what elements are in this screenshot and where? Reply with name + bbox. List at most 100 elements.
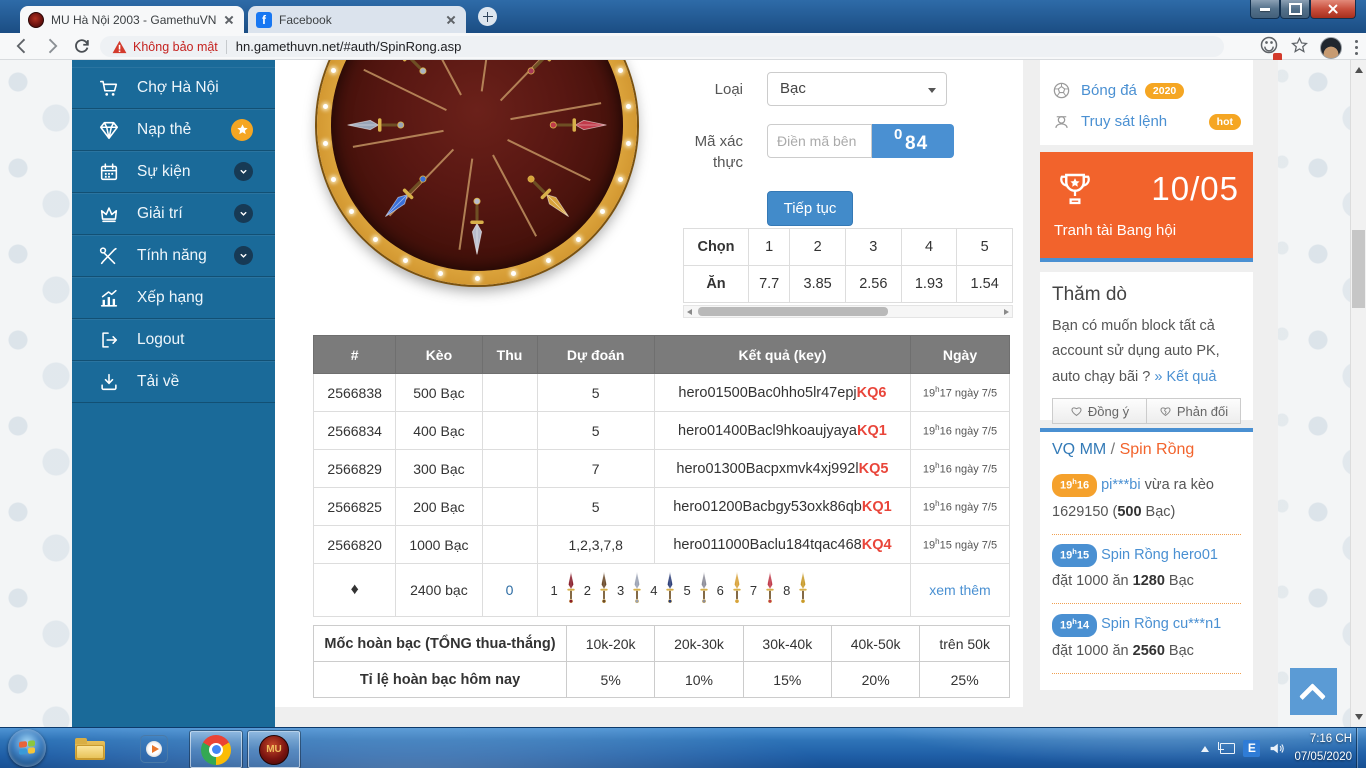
- maximize-button[interactable]: [1280, 0, 1310, 19]
- sidebar-item-tai-ve[interactable]: Tải về: [72, 361, 275, 403]
- disagree-button[interactable]: Phản đối: [1147, 398, 1241, 424]
- odds-cell[interactable]: 5: [957, 229, 1013, 266]
- browser-tab-mu[interactable]: MU Hà Nội 2003 - GamethuVN.n: [20, 6, 244, 33]
- sidebar-item-cho-ha-noi[interactable]: Chợ Hà Nội: [72, 67, 275, 109]
- captcha-input[interactable]: [767, 124, 872, 158]
- extension-icon[interactable]: [1259, 35, 1279, 60]
- odds-cell[interactable]: 3: [845, 229, 901, 266]
- back-icon[interactable]: [12, 36, 32, 56]
- scroll-right-icon[interactable]: [1004, 309, 1009, 315]
- show-desktop-button[interactable]: [1356, 728, 1366, 768]
- facebook-favicon-icon: f: [256, 12, 272, 28]
- type-select[interactable]: Bạc: [767, 72, 947, 106]
- sidebar-item-nap-the[interactable]: Nạp thẻ: [72, 109, 275, 151]
- chevron-down-icon: [928, 88, 936, 93]
- sidebar-item-logout[interactable]: Logout: [72, 319, 275, 361]
- network-icon[interactable]: [1218, 742, 1234, 755]
- odds-cell[interactable]: 3.85: [790, 266, 846, 303]
- red-staff-icon: [540, 114, 607, 136]
- volume-icon[interactable]: [1269, 741, 1285, 756]
- sidebar-item-label: Nạp thẻ: [137, 121, 231, 139]
- cell-total-keo: 2400 bạc: [396, 564, 482, 617]
- odds-cell[interactable]: 2.56: [845, 266, 901, 303]
- time-badge: 19h15: [1052, 544, 1097, 567]
- feed-tab-vqmm[interactable]: VQ MM: [1052, 441, 1106, 458]
- link-row-bongda[interactable]: Bóng đá 2020: [1052, 75, 1241, 106]
- refund-cell: 10%: [655, 662, 743, 698]
- scrollbar-thumb[interactable]: [1352, 230, 1365, 308]
- badge-hot: hot: [1209, 114, 1241, 130]
- scroll-down-icon[interactable]: [1355, 714, 1363, 720]
- spin-wheel[interactable]: [317, 60, 637, 285]
- refund-cell: 15%: [743, 662, 831, 698]
- odds-cell[interactable]: 2: [790, 229, 846, 266]
- forward-icon[interactable]: [42, 36, 62, 56]
- player-icon: [1052, 112, 1071, 131]
- odds-cell[interactable]: 7.7: [749, 266, 790, 303]
- odds-cell[interactable]: 1.93: [901, 266, 957, 303]
- bookmark-star-icon[interactable]: [1290, 36, 1309, 60]
- sidebar-item-su-kien[interactable]: Sự kiện: [72, 151, 275, 193]
- close-button[interactable]: [1310, 0, 1356, 19]
- link-truysatlenh[interactable]: Truy sát lệnh: [1081, 113, 1167, 130]
- wheel-light-dot: [438, 271, 443, 276]
- start-button[interactable]: [8, 729, 46, 767]
- crown-icon: [98, 203, 120, 225]
- minimize-button[interactable]: [1250, 0, 1280, 19]
- sidebar-item-label: Sự kiện: [137, 163, 234, 181]
- poll-result-link[interactable]: » Kết quả: [1154, 369, 1216, 385]
- scrollbar-thumb[interactable]: [698, 307, 888, 316]
- prize-weapon-icon: [664, 572, 676, 609]
- browser-menu-icon[interactable]: [1353, 38, 1361, 58]
- media-player-icon[interactable]: [134, 732, 174, 765]
- cart-icon: [98, 77, 120, 99]
- feed-user-link[interactable]: Spin Rồng hero01: [1101, 547, 1218, 563]
- wheel-light-dot: [511, 271, 516, 276]
- chevron-down-icon: [234, 162, 253, 181]
- sidebar-item-giai-tri[interactable]: Giải trí: [72, 193, 275, 235]
- explorer-icon[interactable]: [70, 732, 110, 765]
- odds-cell[interactable]: 1: [749, 229, 790, 266]
- sidebar-item-tinh-nang[interactable]: Tính năng: [72, 235, 275, 277]
- browser-scrollbar[interactable]: [1350, 60, 1366, 727]
- taskbar-clock[interactable]: 7:16 CH 07/05/2020: [1294, 731, 1352, 766]
- cell-date: 19h17 ngày 7/5: [910, 374, 1009, 412]
- refund-cell: 25%: [920, 662, 1010, 698]
- link-row-truysat[interactable]: Truy sát lệnh hot: [1052, 106, 1241, 137]
- chrome-taskbar-button[interactable]: [190, 731, 242, 768]
- feed-user-link[interactable]: Spin Rồng cu***n1: [1101, 616, 1221, 632]
- tray-expand-icon[interactable]: [1201, 746, 1209, 752]
- event-card[interactable]: 10/05 Tranh tài Bang hội: [1040, 152, 1253, 262]
- tab-close-icon[interactable]: [222, 13, 236, 27]
- sidebar-item-xep-hang[interactable]: Xếp hạng: [72, 277, 275, 319]
- refund-cell: 10k-20k: [567, 626, 655, 662]
- feed-tab-spinrong[interactable]: Spin Rồng: [1120, 441, 1195, 458]
- agree-button[interactable]: Đồng ý: [1052, 398, 1147, 424]
- continue-button[interactable]: Tiếp tục: [767, 191, 853, 226]
- refund-table: Mốc hoàn bạc (TỔNG thua-thắng)10k-20k20k…: [313, 625, 1010, 698]
- wheel-light-dot: [323, 141, 328, 146]
- odds-horizontal-scrollbar[interactable]: [683, 305, 1013, 318]
- tab-close-icon[interactable]: [444, 13, 458, 27]
- scroll-left-icon[interactable]: [687, 309, 692, 315]
- odds-cell[interactable]: 4: [901, 229, 957, 266]
- browser-tab-facebook[interactable]: f Facebook: [248, 6, 466, 33]
- cell-thu: [482, 488, 537, 526]
- refresh-icon[interactable]: [72, 36, 92, 56]
- feed-user-link[interactable]: pi***bi: [1101, 477, 1141, 493]
- see-more-link[interactable]: xem thêm: [929, 582, 990, 598]
- download-icon: [98, 371, 120, 393]
- mu-game-taskbar-button[interactable]: MU: [248, 731, 300, 768]
- wheel-light-dot: [626, 141, 631, 146]
- weapon-number: 2: [584, 583, 591, 598]
- new-tab-button[interactable]: [478, 7, 497, 26]
- scroll-to-top-button[interactable]: [1290, 668, 1337, 715]
- cell-thu: [482, 412, 537, 450]
- profile-avatar[interactable]: [1320, 37, 1342, 59]
- link-bongda[interactable]: Bóng đá: [1081, 82, 1137, 99]
- ie-tray-icon[interactable]: E: [1243, 740, 1260, 757]
- event-title: Tranh tài Bang hội: [1040, 216, 1253, 245]
- url-bar[interactable]: Không bảo mật hn.gamethuvn.net/#auth/Spi…: [100, 36, 1224, 57]
- scroll-up-icon[interactable]: [1355, 67, 1363, 73]
- odds-cell[interactable]: 1.54: [957, 266, 1013, 303]
